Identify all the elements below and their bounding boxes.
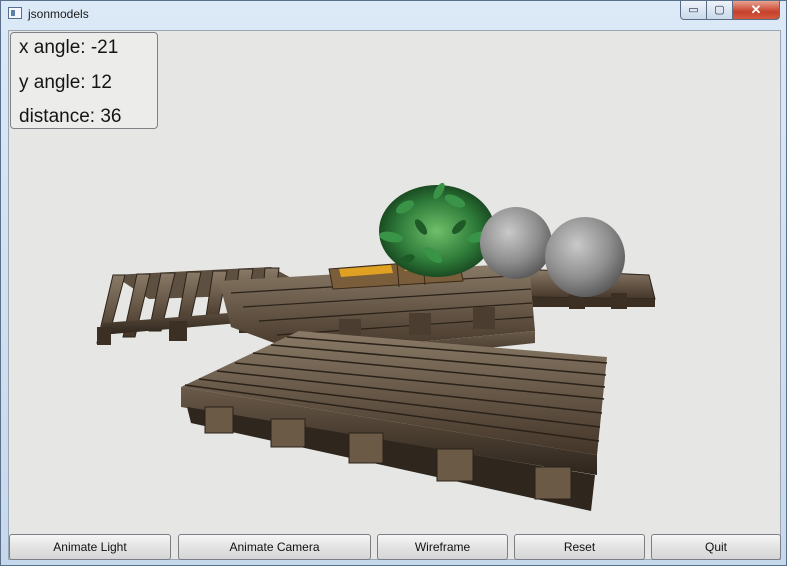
close-button[interactable]: ✕ xyxy=(732,1,780,20)
3d-viewport[interactable]: x angle: -21 y angle: 12 distance: 36 xyxy=(9,31,780,529)
maximize-icon: ▢ xyxy=(714,4,725,16)
animate-light-button[interactable]: Animate Light xyxy=(9,534,171,560)
pallet-front xyxy=(181,331,608,511)
camera-info-panel: x angle: -21 y angle: 12 distance: 36 xyxy=(10,32,158,129)
stone-boulder-left xyxy=(480,207,552,279)
title-bar[interactable]: jsonmodels xyxy=(1,1,786,28)
animate-camera-button[interactable]: Animate Camera xyxy=(178,534,371,560)
y-angle-readout: y angle: 12 xyxy=(19,72,112,93)
app-icon xyxy=(8,7,22,19)
stone-boulder-right xyxy=(545,217,625,297)
window-title: jsonmodels xyxy=(28,7,89,21)
client-area: x angle: -21 y angle: 12 distance: 36 An… xyxy=(8,30,781,560)
minimize-button[interactable]: ▭ xyxy=(680,1,707,20)
close-icon: ✕ xyxy=(750,2,762,17)
wireframe-button[interactable]: Wireframe xyxy=(377,534,508,560)
reset-button[interactable]: Reset xyxy=(514,534,645,560)
leafy-bush xyxy=(379,182,495,277)
minimize-icon: ▭ xyxy=(688,4,699,16)
control-toolbar: Animate Light Animate Camera Wireframe R… xyxy=(9,534,781,560)
x-angle-readout: x angle: -21 xyxy=(19,37,119,58)
distance-readout: distance: 36 xyxy=(19,106,122,127)
app-window: jsonmodels ▭ ▢ ✕ x angle: -21 y angle: 1… xyxy=(0,0,787,566)
maximize-button[interactable]: ▢ xyxy=(706,1,733,20)
quit-button[interactable]: Quit xyxy=(651,534,781,560)
